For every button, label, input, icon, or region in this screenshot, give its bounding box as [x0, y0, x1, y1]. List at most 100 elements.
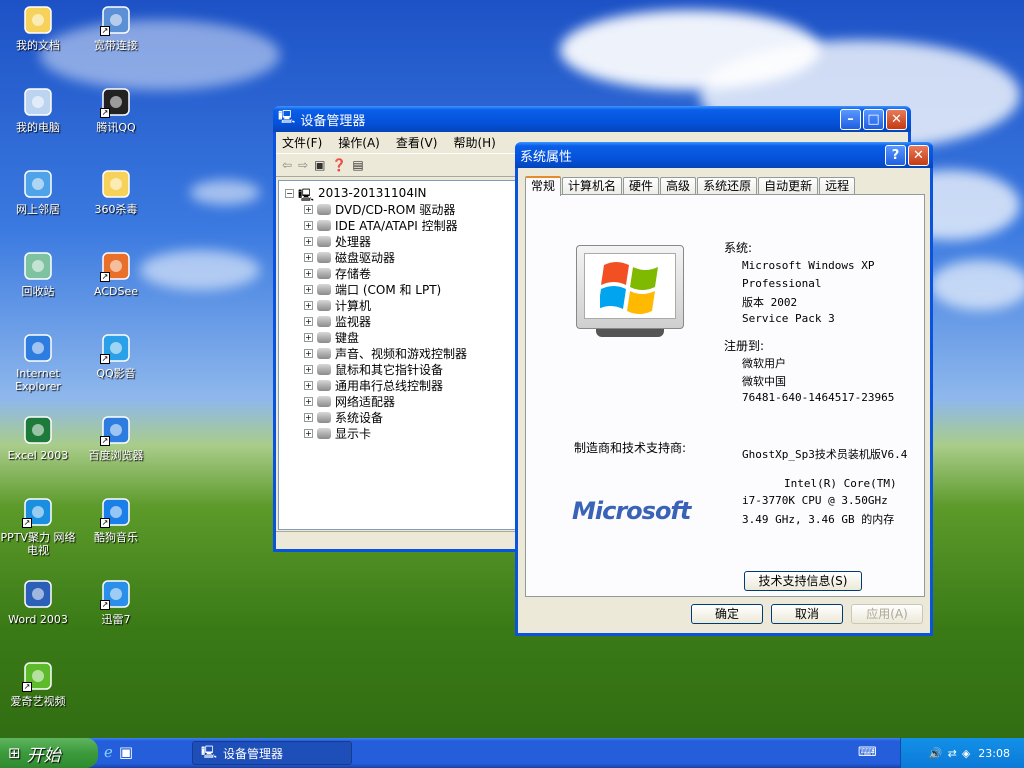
internet-explorer-icon[interactable]: ℯ — [104, 743, 113, 761]
property-line: 76481-640-1464517-23965 — [742, 391, 895, 404]
desktop-icon[interactable]: ↗ 爱奇艺视频 — [0, 660, 76, 708]
desktop-icon[interactable]: Internet Explorer — [0, 332, 76, 393]
desktop-icon[interactable]: Word 2003 — [0, 578, 76, 626]
expand-icon[interactable]: + — [304, 268, 313, 278]
manufacturer-label: 制造商和技术支持商: — [574, 441, 687, 455]
cancel-button[interactable]: 取消 — [771, 604, 843, 624]
tree-item[interactable]: + 声音、视频和游戏控制器 — [304, 345, 515, 361]
expand-icon[interactable]: + — [304, 380, 313, 390]
console-tree-icon[interactable]: ▣ — [314, 158, 325, 172]
recycle-bin-icon — [22, 250, 54, 282]
help-button[interactable]: ? — [885, 144, 906, 166]
expand-icon[interactable]: + — [304, 236, 313, 246]
desktop-icon[interactable]: Excel 2003 — [0, 414, 76, 462]
desktop-icon[interactable]: ↗ 迅雷7 — [78, 578, 154, 626]
system-label: 系统: — [724, 241, 753, 255]
desktop-icon-label: 百度浏览器 — [88, 449, 144, 462]
tab-2[interactable]: 硬件 — [623, 177, 660, 195]
desktop-icon[interactable]: ↗ 宽带连接 — [78, 4, 154, 52]
tree-item[interactable]: + 端口 (COM 和 LPT) — [304, 281, 515, 297]
tree-item[interactable]: + 通用串行总线控制器 — [304, 377, 515, 393]
tree-item[interactable]: + 处理器 — [304, 233, 515, 249]
tab-1[interactable]: 计算机名 — [562, 177, 623, 195]
desktop-icon[interactable]: 回收站 — [0, 250, 76, 298]
tree-item[interactable]: + 磁盘驱动器 — [304, 249, 515, 265]
my-computer-icon — [22, 86, 54, 118]
system-tray: 🔊 ⇄ ◈ 23:08 — [900, 738, 1024, 768]
desktop-icon[interactable]: 我的电脑 — [0, 86, 76, 134]
shortcut-arrow-icon: ↗ — [100, 518, 110, 528]
shortcut-arrow-icon: ↗ — [100, 354, 110, 364]
menu-item[interactable]: 查看(V) — [396, 134, 438, 151]
tab-4[interactable]: 系统还原 — [697, 177, 758, 195]
tree-root-label: 2013-20131104IN — [318, 186, 427, 200]
expand-icon[interactable]: + — [304, 348, 313, 358]
taskbar: ⊞ 开始 ℯ ▣ 🖳 设备管理器 ⌨ 🔊 ⇄ ◈ 23:08 — [0, 738, 1024, 768]
device-manager-titlebar[interactable]: 🖳 设备管理器 – □ ✕ — [273, 106, 911, 132]
tree-item-label: IDE ATA/ATAPI 控制器 — [335, 218, 458, 233]
expand-icon[interactable]: + — [304, 284, 313, 294]
tree-item[interactable]: + 鼠标和其它指针设备 — [304, 361, 515, 377]
tree-root[interactable]: − 🖳 2013-20131104IN — [285, 185, 515, 202]
desktop-icon[interactable]: ↗ PPTV聚力 网络电视 — [0, 496, 76, 557]
internet-explorer-icon — [22, 332, 54, 364]
expand-icon[interactable]: + — [304, 300, 313, 310]
expand-icon[interactable]: + — [304, 332, 313, 342]
desktop-icon[interactable]: 360杀毒 — [78, 168, 154, 216]
windows-logo-monitor — [576, 245, 684, 337]
close-button[interactable]: ✕ — [908, 144, 929, 166]
start-button[interactable]: ⊞ 开始 — [0, 738, 98, 768]
tree-item[interactable]: + 存储卷 — [304, 265, 515, 281]
desktop-icon[interactable]: ↗ QQ影音 — [78, 332, 154, 380]
show-desktop-icon[interactable]: ▣ — [119, 743, 133, 761]
tab-0[interactable]: 常规 — [525, 176, 562, 196]
tree-item[interactable]: + DVD/CD-ROM 驱动器 — [304, 201, 515, 217]
close-button[interactable]: ✕ — [886, 108, 907, 130]
desktop-icon[interactable]: 网上邻居 — [0, 168, 76, 216]
taskbar-task-device-manager[interactable]: 🖳 设备管理器 — [192, 741, 352, 765]
network-icon[interactable]: ⇄ — [948, 747, 957, 760]
tree-item[interactable]: + 计算机 — [304, 297, 515, 313]
system-properties-titlebar[interactable]: 系统属性 ? ✕ — [515, 142, 933, 168]
menu-item[interactable]: 操作(A) — [338, 134, 380, 151]
maximize-button[interactable]: □ — [863, 108, 884, 130]
desktop-icon[interactable]: ↗ 百度浏览器 — [78, 414, 154, 462]
apply-button[interactable]: 应用(A) — [851, 604, 923, 624]
expand-icon[interactable]: + — [304, 204, 313, 214]
tree-item[interactable]: + 系统设备 — [304, 409, 515, 425]
desktop-icon[interactable]: ↗ 酷狗音乐 — [78, 496, 154, 544]
tab-5[interactable]: 自动更新 — [758, 177, 819, 195]
support-info-button[interactable]: 技术支持信息(S) — [744, 571, 862, 591]
security-icon[interactable]: ◈ — [962, 747, 970, 760]
tree-item[interactable]: + 显示卡 — [304, 425, 515, 441]
tab-3[interactable]: 高级 — [660, 177, 697, 195]
expand-icon[interactable]: + — [304, 396, 313, 406]
expand-icon[interactable]: + — [304, 220, 313, 230]
tree-item[interactable]: + 网络适配器 — [304, 393, 515, 409]
tab-6[interactable]: 远程 — [819, 177, 856, 195]
ok-button[interactable]: 确定 — [691, 604, 763, 624]
desktop-icon[interactable]: 我的文档 — [0, 4, 76, 52]
collapse-icon[interactable]: − — [285, 188, 294, 198]
forward-icon[interactable]: ⇨ — [298, 158, 308, 172]
help-icon[interactable]: ▤ — [352, 158, 363, 172]
expand-icon[interactable]: + — [304, 364, 313, 374]
volume-icon[interactable]: 🔊 — [929, 747, 943, 760]
keyboard-icon[interactable]: ⌨ — [858, 745, 877, 760]
expand-icon[interactable]: + — [304, 252, 313, 262]
minimize-button[interactable]: – — [840, 108, 861, 130]
my-documents-icon — [22, 4, 54, 36]
desktop-icon[interactable]: ↗ 腾讯QQ — [78, 86, 154, 134]
desktop-icon[interactable]: ↗ ACDSee — [78, 250, 154, 298]
tree-item-label: 通用串行总线控制器 — [335, 378, 444, 393]
properties-icon[interactable]: ❓ — [331, 158, 346, 172]
menu-item[interactable]: 文件(F) — [282, 134, 322, 151]
expand-icon[interactable]: + — [304, 428, 313, 438]
menu-item[interactable]: 帮助(H) — [453, 134, 495, 151]
tree-item[interactable]: + 键盘 — [304, 329, 515, 345]
tree-item[interactable]: + IDE ATA/ATAPI 控制器 — [304, 217, 515, 233]
expand-icon[interactable]: + — [304, 412, 313, 422]
back-icon[interactable]: ⇦ — [282, 158, 292, 172]
tree-item[interactable]: + 监视器 — [304, 313, 515, 329]
expand-icon[interactable]: + — [304, 316, 313, 326]
